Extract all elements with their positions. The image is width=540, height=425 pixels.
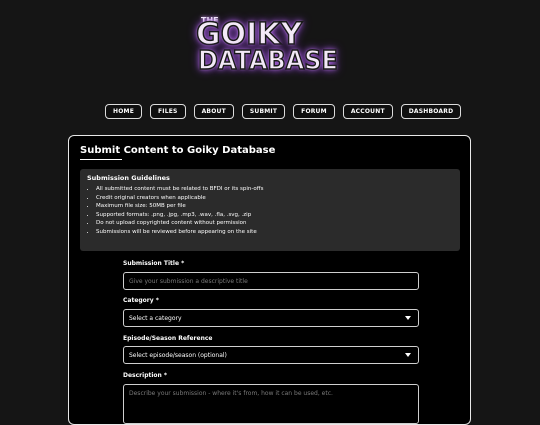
nav-home[interactable]: HOME bbox=[105, 104, 142, 119]
guideline-item: Maximum file size: 50MB per file bbox=[96, 202, 453, 211]
nav-submit[interactable]: SUBMIT bbox=[241, 104, 286, 119]
submission-guidelines: Submission Guidelines All submitted cont… bbox=[80, 169, 460, 251]
title-input[interactable] bbox=[123, 272, 419, 290]
guideline-item: Submissions will be reviewed before appe… bbox=[96, 228, 453, 237]
page-title: Submit Content to Goiky Database bbox=[80, 145, 276, 156]
category-select-value: Select a category bbox=[129, 314, 182, 322]
title-underline bbox=[80, 159, 122, 160]
nav-about[interactable]: ABOUT bbox=[193, 104, 234, 119]
description-label: Description * bbox=[123, 372, 168, 379]
guidelines-list: All submitted content must be related to… bbox=[87, 185, 453, 236]
episode-label: Episode/Season Reference bbox=[123, 335, 213, 342]
guideline-item: Supported formats: .png, .jpg, .mp3, .wa… bbox=[96, 211, 453, 220]
episode-select[interactable]: Select episode/season (optional) bbox=[123, 346, 419, 364]
guideline-item: Do not upload copyrighted content withou… bbox=[96, 219, 453, 228]
description-textarea[interactable]: Describe your submission - where it's fr… bbox=[123, 384, 419, 424]
chevron-down-icon bbox=[405, 353, 411, 357]
guideline-item: All submitted content must be related to… bbox=[96, 185, 453, 194]
episode-select-value: Select episode/season (optional) bbox=[129, 351, 227, 359]
guidelines-heading: Submission Guidelines bbox=[87, 174, 170, 182]
submit-panel: Submit Content to Goiky Database Submiss… bbox=[68, 135, 471, 425]
nav-forum[interactable]: FORUM bbox=[293, 104, 335, 119]
nav-account[interactable]: ACCOUNT bbox=[342, 104, 393, 119]
category-label: Category * bbox=[123, 297, 159, 304]
title-label: Submission Title * bbox=[123, 260, 185, 267]
category-select[interactable]: Select a category bbox=[123, 309, 419, 327]
nav-files[interactable]: FILES bbox=[150, 104, 186, 119]
main-nav: HOME FILES ABOUT SUBMIT FORUM ACCOUNT DA… bbox=[105, 104, 462, 121]
chevron-down-icon bbox=[405, 316, 411, 320]
guideline-item: Credit original creators when applicable bbox=[96, 194, 453, 203]
logo-line-database: DATABASE bbox=[197, 46, 338, 76]
nav-dashboard[interactable]: DASHBOARD bbox=[400, 104, 462, 119]
